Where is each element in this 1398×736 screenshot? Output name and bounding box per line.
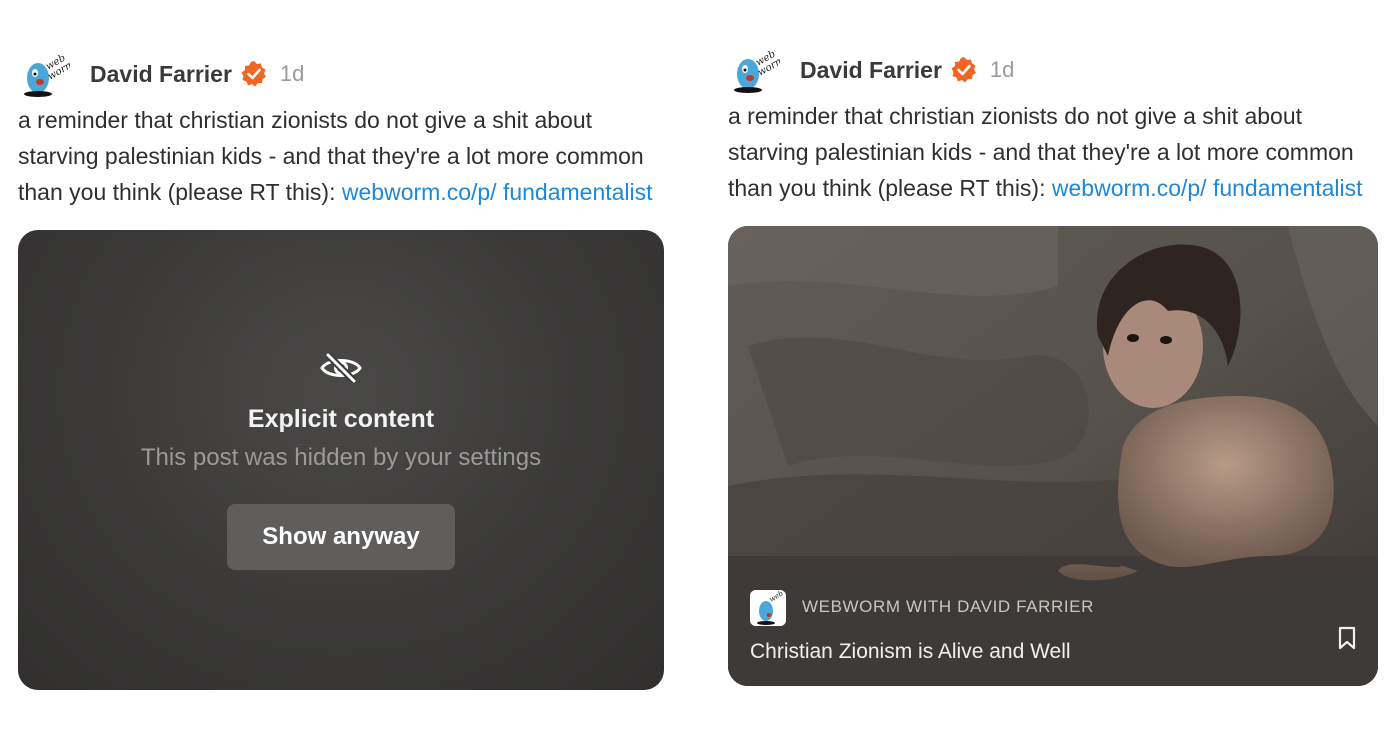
author-name[interactable]: David Farrier bbox=[90, 61, 232, 88]
publication-name: WEBWORM WITH DAVID FARRIER bbox=[802, 597, 1094, 616]
post-header: web worm David Farrier 1d bbox=[18, 50, 666, 98]
bookmark-icon[interactable] bbox=[1338, 626, 1356, 650]
post-text: a reminder that christian zionists do no… bbox=[18, 102, 666, 210]
author-name[interactable]: David Farrier bbox=[800, 57, 942, 84]
post-time: 1d bbox=[989, 57, 1015, 82]
article-title[interactable]: Christian Zionism is Alive and Well bbox=[750, 640, 1071, 664]
post-right: web worm David Farrier 1d a reminder tha… bbox=[728, 46, 1380, 686]
post-left: web worm David Farrier 1d a reminder tha… bbox=[18, 50, 666, 690]
post-link[interactable]: webworm.co/p/ fundamentalist bbox=[342, 179, 653, 205]
hidden-media-card: Explicit content This post was hidden by… bbox=[18, 230, 664, 690]
post-header: web worm David Farrier 1d bbox=[728, 46, 1380, 94]
avatar[interactable]: web worm bbox=[18, 50, 70, 98]
post-time: 1d bbox=[279, 61, 305, 86]
explicit-subtitle: This post was hidden by your settings bbox=[140, 444, 542, 471]
eye-slash-icon bbox=[320, 352, 362, 384]
publication-logo: web bbox=[750, 590, 786, 626]
explicit-title: Explicit content bbox=[247, 405, 435, 433]
card-footer bbox=[728, 566, 1378, 686]
post-link[interactable]: webworm.co/p/ fundamentalist bbox=[1052, 175, 1363, 201]
verified-badge-icon bbox=[951, 57, 976, 83]
link-preview-card[interactable]: web WEBWORM WITH DAVID FARRIER Christian… bbox=[728, 226, 1378, 686]
avatar[interactable]: web worm bbox=[728, 46, 780, 94]
show-anyway-button[interactable]: Show anyway bbox=[227, 504, 455, 570]
post-text: a reminder that christian zionists do no… bbox=[728, 98, 1380, 206]
verified-badge-icon bbox=[241, 61, 266, 87]
